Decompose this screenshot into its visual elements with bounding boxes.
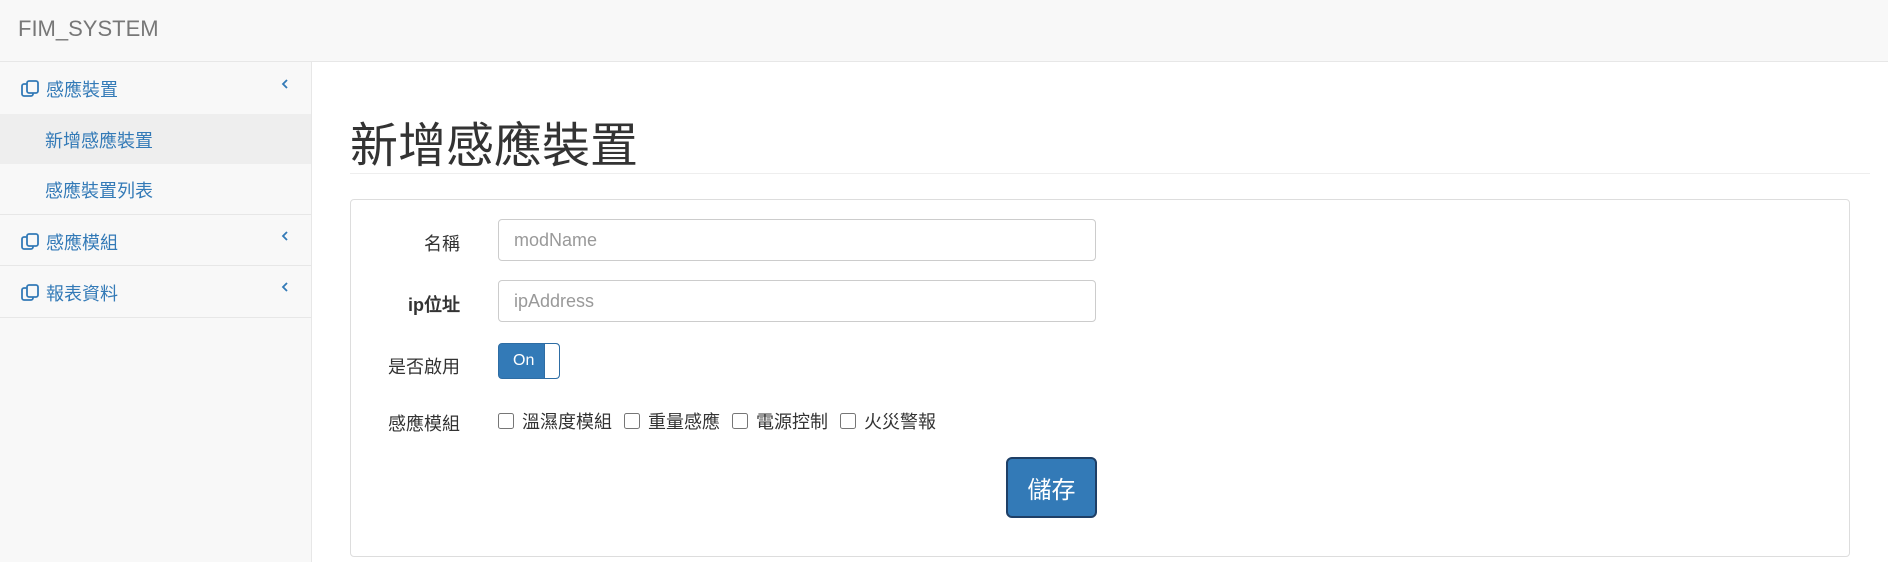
chevron-left-icon (281, 231, 288, 241)
ip-address-input[interactable] (498, 280, 1096, 322)
enabled-toggle[interactable]: On (498, 343, 560, 379)
chevron-left-icon (281, 282, 288, 292)
sidebar-item-label: 感應裝置 (46, 80, 118, 100)
brand-title[interactable]: FIM_SYSTEM (18, 16, 159, 42)
modules-checkbox-group: 溫濕度模組 重量感應 電源控制 火災警報 (498, 410, 948, 432)
module-option-weight[interactable]: 重量感應 (624, 408, 720, 434)
copy-icon (21, 233, 39, 250)
sidebar-item-sensor-devices[interactable]: 感應裝置 (0, 62, 311, 114)
module-option-label: 重量感應 (648, 412, 720, 432)
sidebar-item-label: 報表資料 (46, 284, 118, 304)
sidebar-item-reports[interactable]: 報表資料 (0, 266, 311, 318)
module-checkbox[interactable] (732, 413, 748, 429)
module-option-temp-humidity[interactable]: 溫濕度模組 (498, 408, 612, 434)
sidebar-item-sensor-modules[interactable]: 感應模組 (0, 215, 311, 266)
module-checkbox[interactable] (840, 413, 856, 429)
modules-label: 感應模組 (388, 414, 460, 434)
module-checkbox[interactable] (498, 413, 514, 429)
chevron-left-icon (281, 79, 288, 89)
module-option-power-control[interactable]: 電源控制 (732, 408, 828, 434)
module-option-label: 溫濕度模組 (522, 412, 612, 432)
sidebar-subitem-device-list[interactable]: 感應裝置列表 (0, 164, 311, 215)
sidebar-subitem-label: 感應裝置列表 (45, 181, 153, 201)
enabled-label: 是否啟用 (388, 357, 460, 377)
sidebar-subitem-add-device[interactable]: 新增感應裝置 (0, 114, 311, 164)
save-button[interactable]: 儲存 (1006, 457, 1097, 518)
title-divider (350, 173, 1870, 174)
name-input[interactable] (498, 219, 1096, 261)
module-option-label: 電源控制 (756, 412, 828, 432)
top-navbar: FIM_SYSTEM (0, 0, 1888, 62)
module-option-label: 火災警報 (864, 412, 936, 432)
page-title: 新增感應裝置 (350, 120, 639, 173)
toggle-knob (544, 344, 559, 378)
sidebar-subitem-label: 新增感應裝置 (45, 131, 153, 151)
ip-label: ip位址 (408, 295, 460, 315)
copy-icon (21, 80, 39, 97)
name-label: 名稱 (424, 234, 460, 254)
module-checkbox[interactable] (624, 413, 640, 429)
module-option-fire-alarm[interactable]: 火災警報 (840, 408, 936, 434)
sidebar-item-label: 感應模組 (46, 233, 118, 253)
toggle-on-text: On (513, 352, 535, 369)
sidebar: 感應裝置 新增感應裝置 感應裝置列表 感應模組 報表資料 (0, 62, 312, 562)
copy-icon (21, 284, 39, 301)
